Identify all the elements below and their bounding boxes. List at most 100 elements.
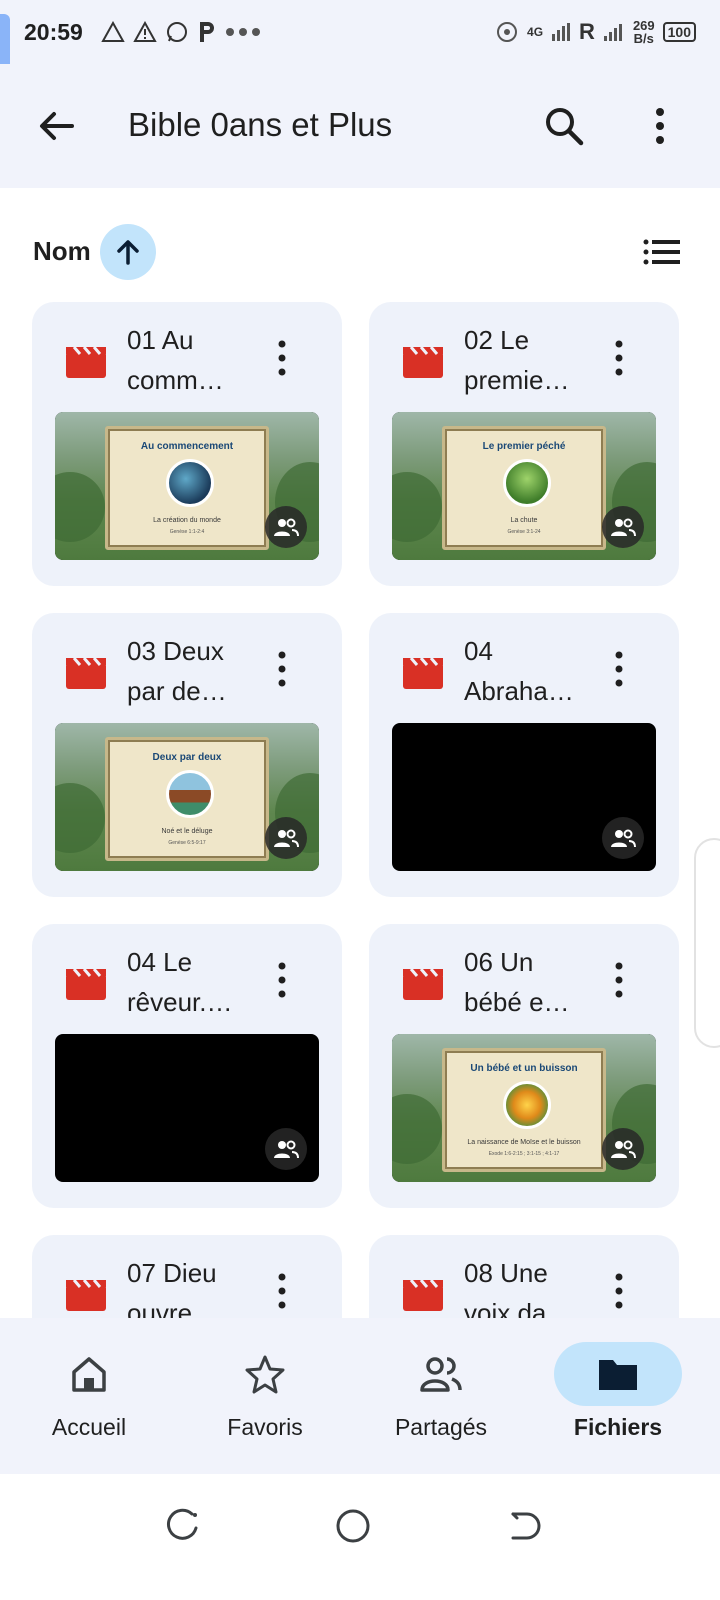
more-vert-icon[interactable] [272,338,292,378]
burning-bush-image [503,1081,551,1129]
more-vert-icon[interactable] [272,960,292,1000]
nav-label: Accueil [51,1414,127,1440]
thumbnail-title: Un bébé et un buisson [470,1063,578,1074]
video-file-icon [66,1279,106,1311]
fast-scroll-handle[interactable] [694,838,720,1048]
status-bar: 20:59 4G R 269 B/s 100 [0,0,720,64]
thumbnail-subtitle: Noé et le déluge [161,828,213,835]
bottom-navigation: Accueil Favoris Partagés Fichiers [0,1318,720,1474]
whatsapp-icon [166,22,187,42]
globe-image [166,459,214,507]
file-thumbnail: Un bébé et un buisson La naissance de Mo… [392,1034,656,1182]
file-card[interactable]: 02 Le premie… Le premier péché La chute … [369,302,679,586]
more-vert-icon[interactable] [609,960,629,1000]
warning-outline-icon [101,21,125,42]
status-time: 20:59 [24,18,83,45]
thumbnail-title: Au commencement [140,441,234,452]
nav-item-fichiers[interactable]: Fichiers [543,1338,693,1458]
thumbnail-reference: Genèse 6:5-9:17 [168,840,206,846]
signal-2-icon [603,24,622,41]
network-type: 4G [527,25,544,39]
thumbnail-title: Le premier péché [482,441,566,452]
people-icon [274,1140,299,1159]
list-view-icon[interactable] [642,234,682,270]
sort-bar: Nom [0,220,720,284]
thumbnail-reference: Genèse 3:1-24 [507,529,541,535]
file-thumbnail: Au commencement La création du monde Gen… [55,412,319,560]
people-icon [274,829,299,848]
file-card[interactable]: 04 Le rêveur.… [32,924,342,1208]
nav-label: Partagés [394,1414,488,1440]
page-title: Bible 0ans et Plus [128,106,393,143]
file-name: 02 Le premie… [464,325,570,395]
nav-label: Favoris [227,1414,303,1440]
video-file-icon [403,657,443,689]
home-icon [72,1357,106,1392]
warning-icon [133,21,157,42]
thumbnail-subtitle: La naissance de Moïse et le buisson [467,1139,581,1146]
people-icon [611,518,636,537]
sort-direction-button[interactable] [100,224,156,280]
thumbnail-card: Le premier péché La chute Genèse 3:1-24 [442,426,606,550]
home-button-icon[interactable] [333,1506,373,1546]
net-speed-unit: B/s [633,31,654,46]
ark-image [166,770,214,818]
notification-icons [101,20,261,44]
more-vert-icon[interactable] [272,1271,292,1311]
video-file-icon [403,1279,443,1311]
video-file-icon [403,968,443,1000]
arrow-up-icon [117,240,139,265]
thumbnail-card: Un bébé et un buisson La naissance de Mo… [442,1048,606,1172]
hotspot-icon [497,22,518,42]
roaming-indicator: R [579,19,595,44]
thumbnail-card: Deux par deux Noé et le déluge Genèse 6:… [105,737,269,861]
folder-icon [599,1360,637,1390]
shared-badge [602,1128,644,1170]
thumbnail-reference: Genèse 1:1-2:4 [169,529,205,535]
more-vert-icon[interactable] [646,104,674,148]
more-vert-icon[interactable] [609,649,629,689]
file-name: 06 Un bébé e… [464,947,570,1017]
file-card[interactable]: 04 Abraha… [369,613,679,897]
file-name: 04 Le rêveur.… [127,947,233,1017]
more-vert-icon[interactable] [609,338,629,378]
nav-label: Fichiers [573,1414,663,1440]
thumbnail-subtitle: La création du monde [153,517,221,524]
net-speed: 269 B/s [633,19,655,45]
star-icon [245,1355,285,1394]
back-gesture-icon[interactable] [503,1506,543,1546]
shared-badge [265,506,307,548]
shared-badge [602,506,644,548]
sort-label[interactable]: Nom [33,236,91,267]
shared-badge [602,817,644,859]
nav-item-favoris[interactable]: Favoris [190,1338,340,1458]
tree-image [503,459,551,507]
system-status-icons: 4G R 269 B/s 100 [495,19,696,45]
more-vert-icon[interactable] [609,1271,629,1311]
more-vert-icon[interactable] [272,649,292,689]
video-file-icon [66,346,106,378]
file-name: 03 Deux par de… [127,636,227,706]
thumbnail-subtitle: La chute [510,517,538,524]
nav-item-partages[interactable]: Partagés [366,1338,516,1458]
back-arrow-icon[interactable] [34,104,78,148]
search-icon[interactable] [542,104,586,148]
file-thumbnail: Deux par deux Noé et le déluge Genèse 6:… [55,723,319,871]
file-card[interactable]: 06 Un bébé e… Un bébé et un buisson La n… [369,924,679,1208]
screen: 20:59 4G R 269 B/s 100 Bible 0ans et Plus… [0,0,720,1600]
people-icon [611,829,636,848]
file-name: 01 Au comm… [127,325,224,395]
recent-apps-icon[interactable] [162,1506,202,1546]
thumbnail-title: Deux par deux [152,752,222,763]
file-thumbnail [55,1034,319,1182]
file-card[interactable]: 01 Au comm… Au commencement La création … [32,302,342,586]
file-thumbnail: Le premier péché La chute Genèse 3:1-24 [392,412,656,560]
people-icon [611,1140,636,1159]
video-file-icon [66,968,106,1000]
file-card[interactable]: 03 Deux par de… Deux par deux Noé et le … [32,613,342,897]
file-thumbnail [392,723,656,871]
shared-badge [265,817,307,859]
file-name: 04 Abraha… [464,636,574,706]
nav-item-accueil[interactable]: Accueil [14,1338,164,1458]
system-navigation-bar [0,1474,720,1600]
